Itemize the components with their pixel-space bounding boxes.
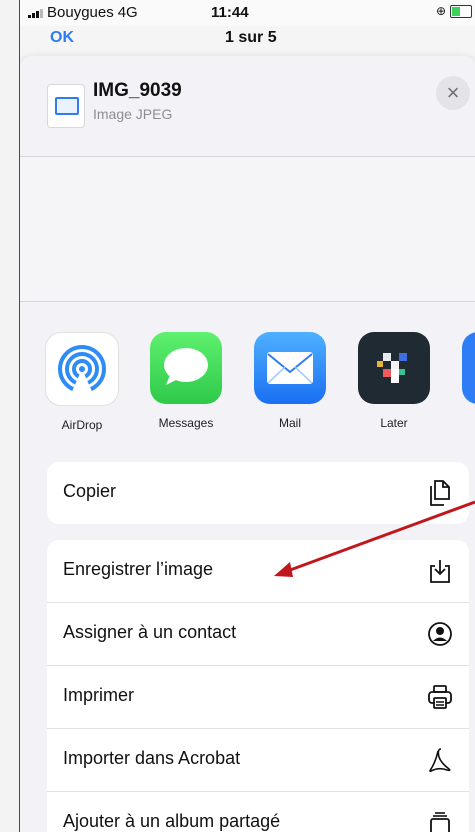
photo-counter: 1 sur 5	[225, 29, 277, 46]
file-type: Image JPEG	[93, 106, 173, 122]
airdrop-icon	[45, 332, 119, 406]
action-copy[interactable]: Copier	[47, 462, 469, 524]
phone-screen: Bouygues 4G 11:44 ⊕ OK 1 sur 5 IMG_9039 …	[19, 0, 475, 832]
app-label: Messages	[158, 416, 214, 430]
app-label: AirDrop	[61, 418, 103, 432]
app-label: Mail	[278, 416, 301, 430]
app-airdrop[interactable]: AirDrop	[42, 332, 122, 432]
share-sheet: IMG_9039 Image JPEG × AirDrop Messages M…	[20, 56, 475, 832]
carrier-name: Bouygues	[47, 4, 114, 21]
battery-icon	[450, 4, 472, 18]
orientation-lock-icon: ⊕	[435, 4, 446, 18]
action-assign-contact[interactable]: Assigner à un contact	[47, 603, 469, 666]
app-mail[interactable]: Mail	[250, 332, 330, 430]
actions-group-main: Enregistrer l’image Assigner à un contac…	[47, 540, 469, 832]
background-nav: OK 1 sur 5	[20, 26, 475, 56]
action-label: Ajouter à un album partagé	[63, 811, 281, 831]
print-icon	[425, 682, 455, 712]
share-apps-row: AirDrop Messages Mail Later	[20, 302, 475, 442]
acrobat-icon	[425, 745, 455, 775]
action-label: Enregistrer l’image	[63, 559, 214, 579]
close-button[interactable]: ×	[436, 76, 470, 110]
status-right: ⊕	[436, 4, 472, 18]
app-icon	[462, 332, 475, 404]
file-name: IMG_9039	[93, 80, 182, 101]
action-label: Copier	[63, 481, 117, 501]
messages-icon	[150, 332, 222, 404]
mail-icon	[254, 332, 326, 404]
file-thumbnail-icon	[47, 84, 85, 128]
shared-album-icon	[425, 808, 455, 832]
action-import-acrobat[interactable]: Importer dans Acrobat	[47, 729, 469, 792]
action-label: Assigner à un contact	[63, 622, 237, 642]
status-time: 11:44	[211, 4, 249, 21]
preview-area	[20, 157, 475, 301]
network-type: 4G	[117, 4, 138, 21]
app-messages[interactable]: Messages	[146, 332, 226, 430]
signal-icon	[28, 8, 43, 18]
actions-group-copy: Copier	[47, 462, 469, 524]
later-icon	[358, 332, 430, 404]
ok-button[interactable]: OK	[50, 29, 74, 47]
app-later[interactable]: Later	[354, 332, 434, 430]
save-image-icon	[425, 556, 455, 586]
app-label: Later	[380, 416, 408, 430]
action-save-image[interactable]: Enregistrer l’image	[47, 540, 469, 603]
action-add-shared-album[interactable]: Ajouter à un album partagé	[47, 792, 469, 832]
copy-icon	[425, 478, 455, 508]
action-print[interactable]: Imprimer	[47, 666, 469, 729]
status-bar: Bouygues 4G 11:44 ⊕	[20, 0, 475, 26]
contact-icon	[425, 619, 455, 649]
action-label: Importer dans Acrobat	[63, 748, 241, 768]
carrier-info: Bouygues 4G	[28, 4, 138, 21]
app-partial[interactable]	[458, 332, 475, 404]
action-label: Imprimer	[63, 685, 134, 705]
share-header: IMG_9039 Image JPEG ×	[20, 56, 475, 156]
